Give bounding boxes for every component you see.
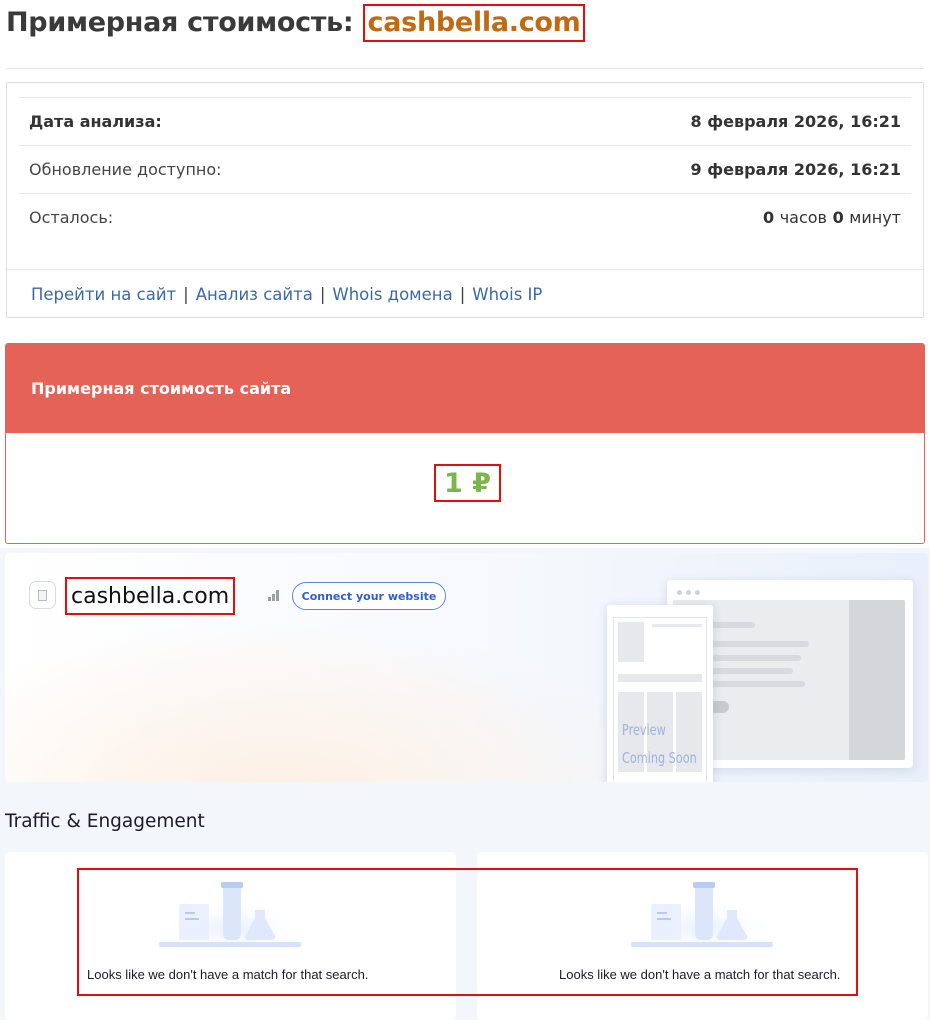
site-cost-value: 1 ₽ [434, 464, 501, 502]
link-whois-domain[interactable]: Whois домена [332, 285, 452, 304]
analysis-date-value: 8 февраля 2026, 16:21 [690, 112, 901, 131]
remaining-minutes-unit: минут [849, 208, 901, 227]
analysis-date-label: Дата анализа: [29, 112, 162, 131]
document-icon [38, 589, 47, 601]
info-row-remaining: Осталось: 0 часов 0 минут [19, 193, 911, 241]
page-title-domain: cashbella.com [362, 4, 586, 42]
rank-bars-icon [268, 589, 282, 601]
site-cost-body: 1 ₽ [6, 433, 924, 543]
update-available-label: Обновление доступно: [29, 160, 222, 179]
title-divider [6, 68, 924, 69]
no-match-highlight [77, 868, 858, 996]
remaining-hours-unit: часов [779, 208, 827, 227]
info-row-update-available: Обновление доступно: 9 февраля 2026, 16:… [19, 145, 911, 193]
similarweb-widget: cashbella.com Connect your website Previ… [0, 548, 930, 1020]
update-available-value: 9 февраля 2026, 16:21 [690, 160, 901, 179]
info-row-analysis-date: Дата анализа: 8 февраля 2026, 16:21 [19, 97, 911, 145]
preview-coming-soon-text: Preview Coming Soon [622, 716, 697, 772]
link-separator: | [459, 284, 466, 304]
remaining-minutes: 0 [832, 208, 844, 227]
remaining-label: Осталось: [29, 208, 114, 227]
preview-line-1: Preview [622, 721, 666, 739]
link-site-analysis[interactable]: Анализ сайта [196, 285, 313, 304]
site-links: Перейти на сайт | Анализ сайта | Whois д… [7, 269, 923, 318]
site-hero-card: cashbella.com Connect your website Previ… [5, 553, 928, 782]
page-title-prefix: Примерная стоимость: [6, 7, 354, 38]
link-separator: | [319, 284, 326, 304]
site-cost-panel: Примерная стоимость сайта 1 ₽ [5, 343, 925, 544]
site-name: cashbella.com [65, 577, 236, 615]
preview-line-2: Coming Soon [622, 749, 697, 767]
site-cost-heading: Примерная стоимость сайта [6, 344, 924, 433]
link-whois-ip[interactable]: Whois IP [472, 285, 542, 304]
mobile-preview-illustration: Preview Coming Soon [607, 605, 713, 782]
page-title: Примерная стоимость: cashbella.com [6, 4, 586, 42]
site-favicon [29, 581, 56, 609]
connect-website-button[interactable]: Connect your website [292, 582, 446, 610]
link-separator: | [183, 284, 189, 304]
remaining-hours: 0 [762, 208, 775, 227]
link-go-to-site[interactable]: Перейти на сайт [31, 285, 176, 304]
traffic-engagement-title: Traffic & Engagement [5, 811, 205, 832]
remaining-value: 0 часов 0 минут [763, 208, 901, 227]
analysis-info-card: Дата анализа: 8 февраля 2026, 16:21 Обно… [6, 82, 924, 318]
